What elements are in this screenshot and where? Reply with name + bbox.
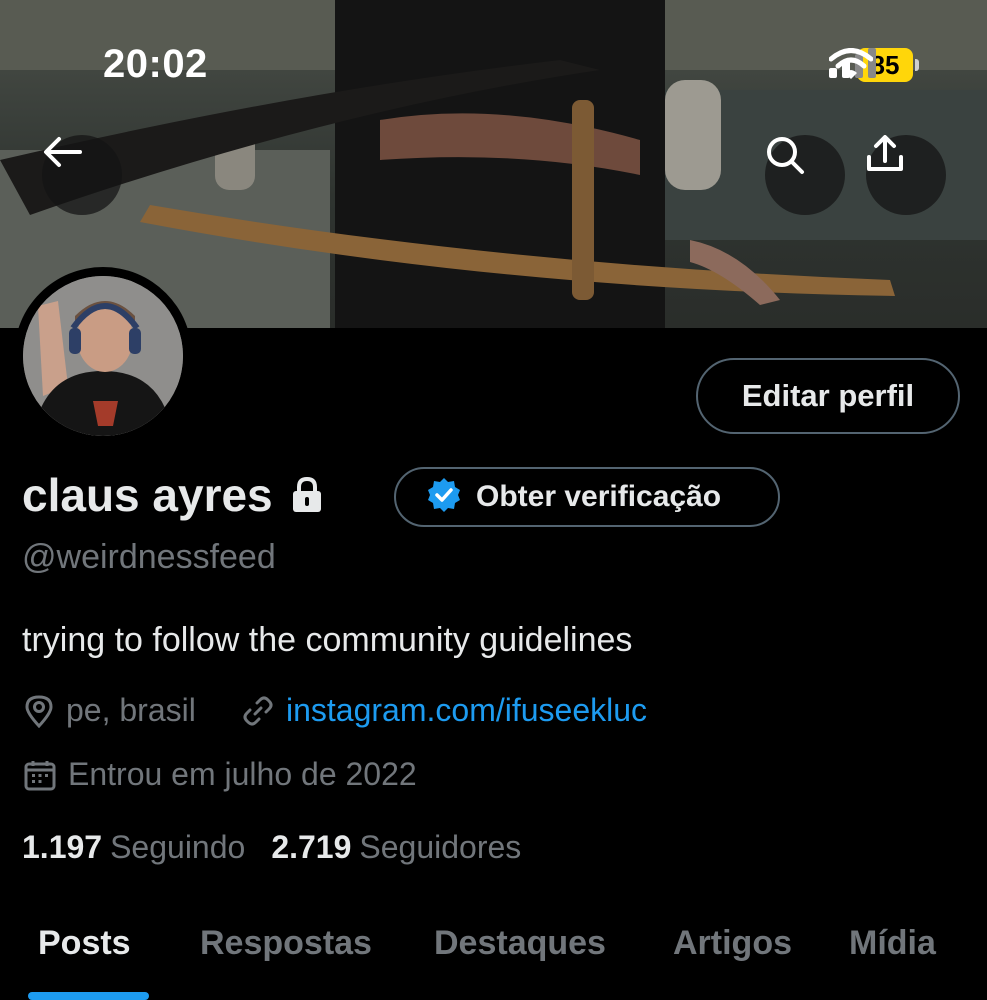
following-count: 1.197: [22, 829, 103, 865]
active-tab-indicator: [28, 992, 149, 1000]
avatar-photo: [23, 276, 183, 436]
calendar-icon: [24, 759, 56, 791]
location-pin-icon: [24, 694, 54, 728]
tab-midia[interactable]: Mídia: [849, 924, 936, 963]
joined-text: Entrou em julho de 2022: [68, 756, 417, 792]
follow-counts: 1.197 Seguindo 2.719 Seguidores: [22, 829, 521, 866]
edit-profile-button[interactable]: Editar perfil: [696, 358, 960, 434]
lock-icon: [291, 476, 323, 514]
back-button[interactable]: [42, 135, 122, 215]
tab-posts[interactable]: Posts: [38, 924, 131, 963]
search-button[interactable]: [765, 135, 845, 215]
followers-count: 2.719: [271, 829, 352, 865]
link-icon: [242, 695, 274, 727]
display-name: claus ayres: [22, 469, 273, 521]
location-text: pe, brasil: [66, 692, 196, 728]
verified-badge-icon: [426, 477, 462, 518]
status-indicators: 85: [829, 48, 919, 82]
followers-link[interactable]: 2.719 Seguidores: [271, 829, 521, 866]
get-verification-label: Obter verificação: [476, 480, 722, 513]
share-button[interactable]: [866, 135, 946, 215]
profile-location: pe, brasil: [24, 692, 196, 729]
link-text[interactable]: instagram.com/ifuseekluc: [286, 692, 647, 729]
status-time: 20:02: [103, 42, 208, 86]
tab-destaques[interactable]: Destaques: [434, 924, 606, 963]
tab-respostas[interactable]: Respostas: [200, 924, 372, 963]
profile-name-row: claus ayres: [22, 468, 323, 522]
profile-bio: trying to follow the community guideline…: [22, 621, 633, 659]
get-verification-button[interactable]: Obter verificação: [394, 467, 780, 527]
share-icon: [867, 135, 903, 171]
user-handle: @weirdnessfeed: [22, 538, 276, 576]
profile-link[interactable]: instagram.com/ifuseekluc: [242, 692, 647, 729]
tab-artigos[interactable]: Artigos: [673, 924, 792, 963]
following-link[interactable]: 1.197 Seguindo: [22, 829, 245, 866]
back-arrow-icon: [44, 137, 82, 167]
avatar[interactable]: [14, 267, 192, 445]
profile-tabs: Posts Respostas Destaques Artigos Mídia: [0, 918, 987, 1000]
following-label: Seguindo: [110, 829, 246, 865]
profile-joined-date: Entrou em julho de 2022: [24, 756, 417, 793]
followers-label: Seguidores: [359, 829, 522, 865]
search-icon: [767, 137, 804, 174]
